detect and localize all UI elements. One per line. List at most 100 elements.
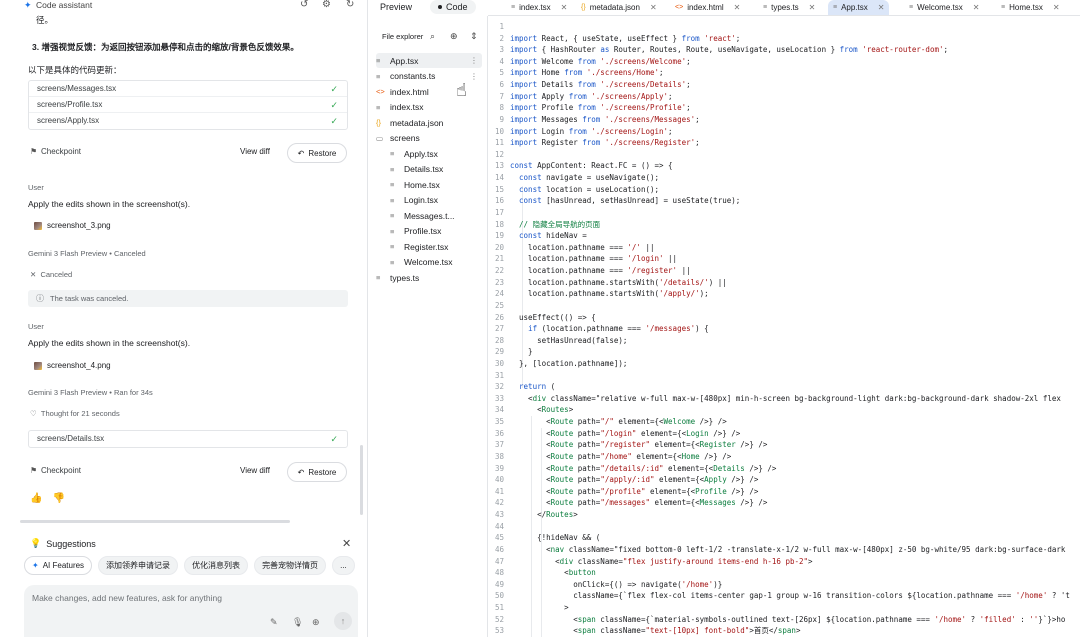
close-tab-icon[interactable]: ✕ bbox=[561, 3, 568, 12]
assistant-header: ✦ Code assistant ↺ ⚙ ↻ bbox=[0, 0, 367, 12]
magic-wand-icon[interactable]: ✎ bbox=[270, 617, 278, 628]
line-number: 40 bbox=[494, 475, 504, 485]
tab-home-tsx[interactable]: ≡ Home.tsx ✕ bbox=[996, 0, 1065, 15]
thumbs-down-icon[interactable]: 👎 bbox=[52, 493, 64, 504]
line-number: 17 bbox=[494, 207, 504, 217]
tab-app-tsx[interactable]: ≡ App.tsx ✕ bbox=[828, 0, 890, 15]
tab-welcome-tsx[interactable]: ≡ Welcome.tsx ✕ bbox=[904, 0, 984, 15]
explorer-file[interactable]: ≡ Register.tsx bbox=[390, 239, 482, 254]
add-icon[interactable]: ⊕ bbox=[450, 31, 458, 42]
chip-label: 添加领养申请记录 bbox=[106, 561, 171, 570]
line-number: 16 bbox=[494, 196, 504, 206]
code-line: 23 location.pathname.startsWith('/detail… bbox=[488, 277, 1080, 289]
view-diff-button[interactable]: View diff bbox=[240, 147, 270, 156]
code-line: 27 if (location.pathname === '/messages'… bbox=[488, 323, 1080, 335]
code-text: </Routes> bbox=[510, 510, 578, 520]
chip-ai-features[interactable]: ✦ AI Features bbox=[24, 556, 93, 575]
more-options-icon[interactable]: ⋮ bbox=[470, 56, 478, 65]
line-number: 20 bbox=[494, 242, 504, 252]
explorer-file[interactable]: ≡ Home.tsx bbox=[390, 177, 482, 192]
tab-metadata-json[interactable]: {} metadata.json ✕ bbox=[576, 0, 662, 15]
tab-types-ts[interactable]: ≡ types.ts ✕ bbox=[758, 0, 820, 15]
send-button[interactable]: ↑ bbox=[334, 612, 352, 630]
thought-row[interactable]: ♡ Thought for 21 seconds bbox=[30, 409, 120, 418]
scrollbar-vertical[interactable] bbox=[360, 445, 363, 515]
explorer-file[interactable]: ≡ App.tsx ⋮ bbox=[376, 53, 482, 68]
history-icon[interactable]: ↺ bbox=[300, 0, 308, 10]
sparkle-icon: ✦ bbox=[32, 561, 39, 570]
chip-label: ... bbox=[340, 561, 347, 570]
prompt-input[interactable] bbox=[32, 593, 332, 609]
thumbs-up-icon[interactable]: 👍 bbox=[30, 493, 42, 504]
explorer-item-label: Register.tsx bbox=[404, 241, 449, 252]
updated-file-row[interactable]: screens/Profile.tsx ✓ bbox=[29, 97, 347, 113]
updated-file-row[interactable]: screens/Messages.tsx ✓ bbox=[29, 81, 347, 97]
explorer-file[interactable]: ≡ Details.tsx bbox=[390, 162, 482, 177]
explorer-file[interactable]: ≡ Apply.tsx bbox=[390, 146, 482, 161]
line-number: 14 bbox=[494, 173, 504, 183]
line-number: 41 bbox=[494, 486, 504, 496]
line-number: 31 bbox=[494, 370, 504, 380]
explorer-file[interactable]: ≡ Login.tsx bbox=[390, 193, 482, 208]
task-canceled-text: The task was canceled. bbox=[50, 294, 129, 303]
code-line: 12 bbox=[488, 149, 1080, 161]
mic-icon[interactable]: 🎙 bbox=[292, 617, 303, 628]
file-lines-icon: ≡ bbox=[390, 180, 395, 189]
explorer-title: File explorer bbox=[382, 32, 424, 41]
tab-index-tsx[interactable]: ≡ index.tsx ✕ bbox=[506, 0, 572, 15]
screenshot-attachment[interactable]: screenshot_3.png bbox=[34, 221, 111, 230]
updated-file-row[interactable]: screens/Details.tsx ✓ bbox=[29, 431, 347, 447]
code-text: <span className="text-[10px] font-bold">… bbox=[510, 626, 801, 636]
suggestion-chip[interactable]: 优化消息列表 bbox=[184, 556, 249, 575]
close-tab-icon[interactable]: ✕ bbox=[973, 3, 980, 12]
suggestion-chip[interactable]: 完善宠物详情页 bbox=[254, 556, 327, 575]
close-tab-icon[interactable]: ✕ bbox=[809, 3, 816, 12]
line-number: 38 bbox=[494, 451, 504, 461]
restore-button[interactable]: ↶ Restore bbox=[287, 462, 347, 482]
explorer-file[interactable]: ≡ Welcome.tsx bbox=[390, 255, 482, 270]
code-line: 52 <span className={`material-symbols-ou… bbox=[488, 614, 1080, 626]
preview-tab[interactable]: Preview bbox=[380, 0, 412, 14]
settings-icon[interactable]: ⚙ bbox=[322, 0, 331, 10]
explorer-file[interactable]: ≡ types.ts bbox=[376, 270, 482, 285]
close-icon[interactable]: ✕ bbox=[342, 537, 351, 550]
refresh-icon[interactable]: ↻ bbox=[346, 0, 354, 10]
code-text: className={`flex flex-col items-center g… bbox=[510, 591, 1070, 601]
explorer-file[interactable]: ≡ Profile.tsx bbox=[390, 224, 482, 239]
explorer-item-label: constants.ts bbox=[390, 71, 436, 81]
updated-file-row[interactable]: screens/Apply.tsx ✓ bbox=[29, 113, 347, 129]
close-tab-icon[interactable]: ✕ bbox=[1053, 3, 1060, 12]
tab-index-html[interactable]: <> index.html ✕ bbox=[670, 0, 745, 15]
explorer-item-label: index.tsx bbox=[390, 102, 424, 112]
suggestion-chip[interactable]: ... bbox=[332, 556, 355, 575]
screenshot-attachment[interactable]: screenshot_4.png bbox=[34, 361, 111, 370]
code-line: 22 location.pathname === '/register' || bbox=[488, 265, 1080, 277]
json-file-icon: {} bbox=[376, 118, 382, 127]
explorer-folder[interactable]: ▭ screens bbox=[376, 131, 482, 146]
code-line: 37 <Route path="/register" element={<Reg… bbox=[488, 439, 1080, 451]
explorer-file[interactable]: {} metadata.json bbox=[376, 115, 482, 130]
close-tab-icon[interactable]: ✕ bbox=[878, 3, 885, 12]
attachment-name: screenshot_3.png bbox=[47, 221, 111, 230]
scrollbar-horizontal[interactable] bbox=[20, 520, 290, 523]
line-number: 30 bbox=[494, 358, 504, 368]
view-diff-button[interactable]: View diff bbox=[240, 466, 270, 475]
suggestion-chip[interactable]: 添加领养申请记录 bbox=[98, 556, 179, 575]
code-line: 7 import Apply from './screens/Apply'; bbox=[488, 91, 1080, 103]
close-tab-icon[interactable]: ✕ bbox=[734, 3, 741, 12]
code-editor[interactable]: 1 2 import React, { useState, useEffect } … bbox=[488, 16, 1080, 637]
explorer-file[interactable]: ≡ Messages.t... bbox=[390, 208, 482, 223]
line-number: 2 bbox=[499, 33, 504, 43]
add-circle-icon[interactable]: ⊕ bbox=[312, 617, 320, 628]
explorer-file[interactable]: ≡ index.tsx bbox=[376, 100, 482, 115]
code-tab[interactable]: Code bbox=[430, 0, 476, 14]
code-line: 3 import { HashRouter as Router, Routes, … bbox=[488, 44, 1080, 56]
code-text: const hideNav = bbox=[519, 231, 587, 241]
code-line: 6 import Details from './screens/Details'… bbox=[488, 79, 1080, 91]
code-text: const location = useLocation(); bbox=[519, 184, 660, 194]
close-tab-icon[interactable]: ✕ bbox=[650, 3, 657, 12]
search-icon[interactable]: ⌕ bbox=[430, 31, 435, 42]
restore-button[interactable]: ↶ Restore bbox=[287, 143, 347, 163]
more-options-icon[interactable]: ⋮ bbox=[470, 72, 478, 81]
collapse-icon[interactable]: ⇕ bbox=[470, 31, 478, 42]
